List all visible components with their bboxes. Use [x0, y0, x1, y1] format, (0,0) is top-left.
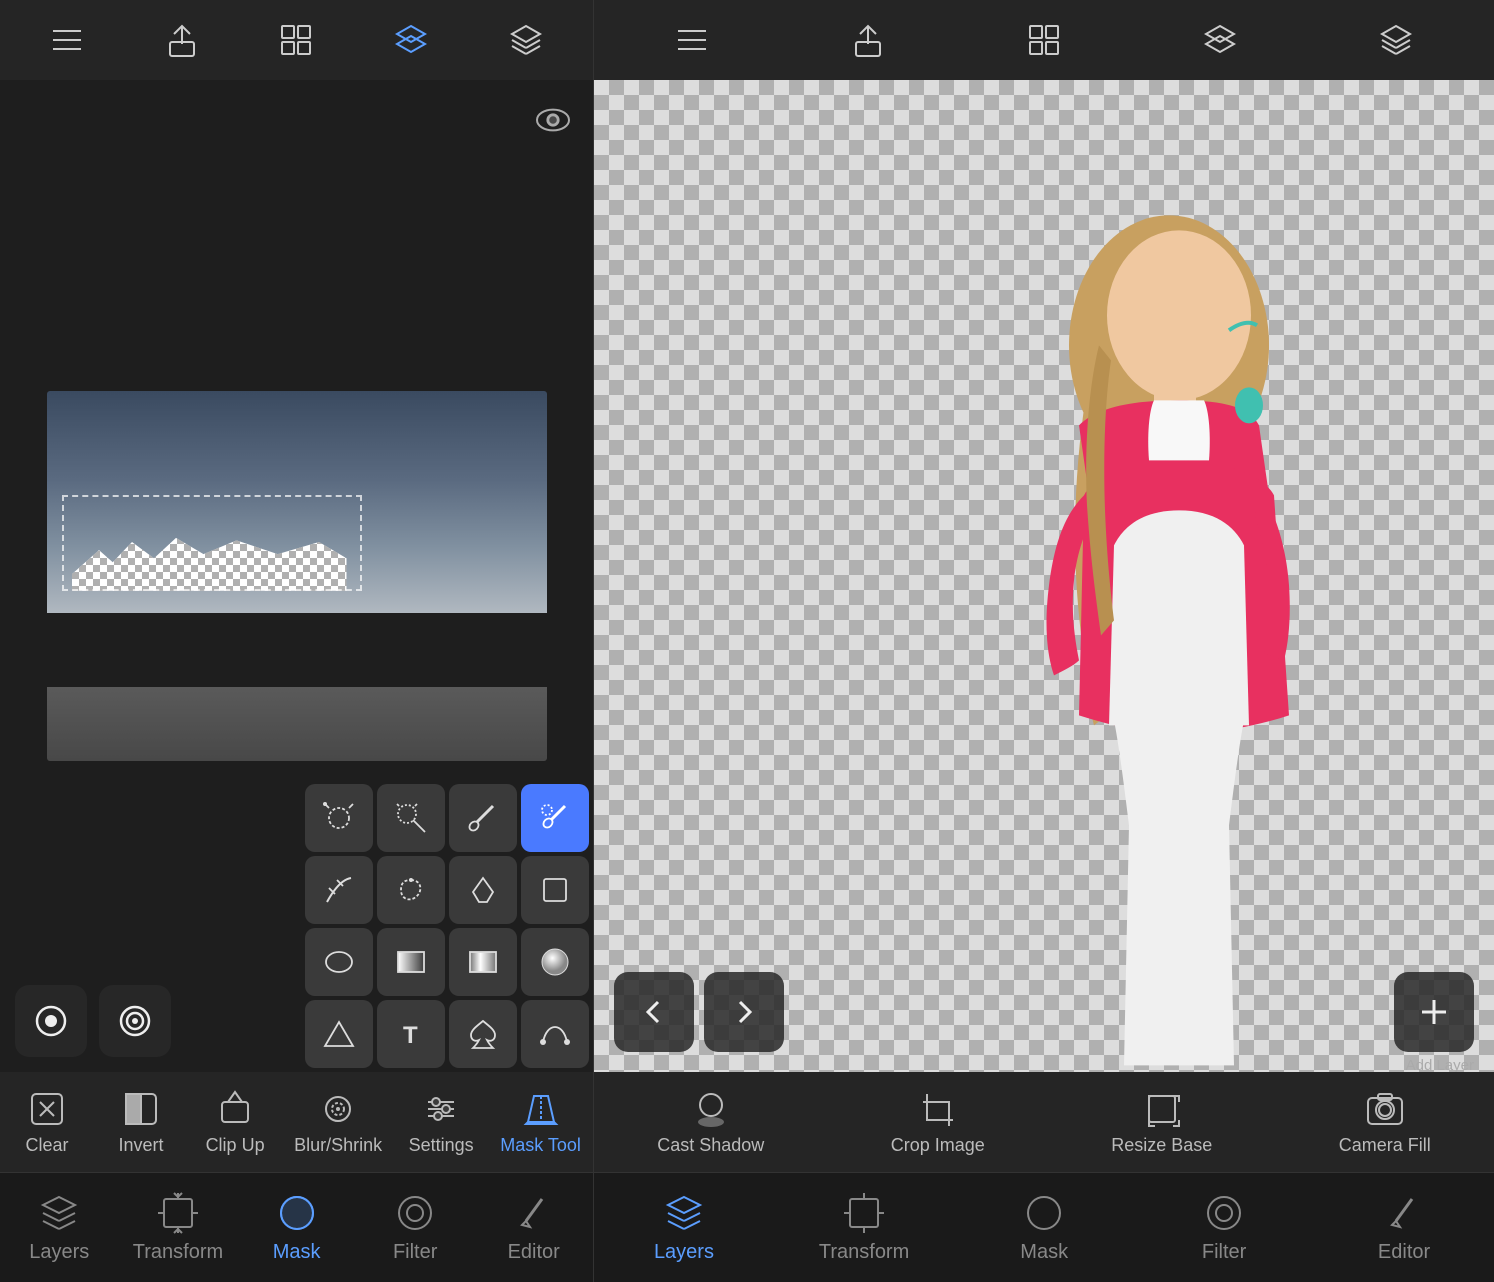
camera-fill-action[interactable]: Camera Fill — [1339, 1088, 1431, 1156]
cast-shadow-action[interactable]: Cast Shadow — [657, 1088, 764, 1156]
canvas-btn-1[interactable] — [15, 985, 87, 1057]
menu-icon[interactable] — [42, 15, 92, 65]
left-action-bar: Clear Invert Clip Up Blur/Shrink Setting… — [0, 1072, 593, 1172]
transform-tab[interactable]: Transform — [133, 1191, 223, 1264]
right-layers-stack-icon[interactable] — [1195, 15, 1245, 65]
girl-figure — [939, 159, 1359, 1072]
layers-tab-right[interactable]: Layers — [639, 1191, 729, 1264]
eye-icon[interactable] — [528, 95, 578, 145]
ellipse-tool-btn[interactable] — [305, 928, 373, 996]
curve-tool-btn[interactable] — [521, 1000, 589, 1068]
tool-grid: T — [301, 780, 593, 1072]
mask-tab-right[interactable]: Mask — [999, 1191, 1089, 1264]
tool-grid-container: T — [301, 780, 593, 1072]
crop-image-action[interactable]: Crop Image — [891, 1088, 985, 1156]
settings-action[interactable]: Settings — [406, 1088, 476, 1156]
canvas-btn-2[interactable] — [99, 985, 171, 1057]
add-layer-button[interactable] — [1394, 972, 1474, 1052]
clip-up-action[interactable]: Clip Up — [200, 1088, 270, 1156]
right-layers-icon[interactable] — [1371, 15, 1421, 65]
blur-shrink-action[interactable]: Blur/Shrink — [294, 1088, 382, 1156]
layers-stack-icon[interactable] — [386, 15, 436, 65]
next-button[interactable] — [704, 972, 784, 1052]
text-tool-btn[interactable]: T — [377, 1000, 445, 1068]
linear-gradient-tool-btn[interactable] — [377, 928, 445, 996]
right-grid-icon[interactable] — [1019, 15, 1069, 65]
editor-tab[interactable]: Editor — [489, 1191, 579, 1264]
editor-tab-right[interactable]: Editor — [1359, 1191, 1449, 1264]
triangle-tool-btn[interactable] — [305, 1000, 373, 1068]
mask-tool-action[interactable]: Mask Tool — [500, 1088, 581, 1156]
grid-icon[interactable] — [271, 15, 321, 65]
canvas-nav-buttons: Add Layer — [594, 972, 1494, 1052]
filter-tab-right[interactable]: Filter — [1179, 1191, 1269, 1264]
lasso2-tool-btn[interactable] — [377, 856, 445, 924]
left-panel: T Clear Invert Clip Up — [0, 0, 594, 1282]
mask-tab[interactable]: Mask — [252, 1191, 342, 1264]
invert-action[interactable]: Invert — [106, 1088, 176, 1156]
smart-brush-tool-btn[interactable] — [521, 784, 589, 852]
shape-tool-btn[interactable] — [449, 856, 517, 924]
right-bottom-nav: Layers Transform Mask Filter Editor — [594, 1172, 1494, 1282]
magic-wand-tool-btn[interactable] — [377, 784, 445, 852]
spade-tool-btn[interactable] — [449, 1000, 517, 1068]
prev-button[interactable] — [614, 972, 694, 1052]
right-menu-icon[interactable] — [667, 15, 717, 65]
left-top-toolbar — [0, 0, 593, 80]
left-bottom-nav: Layers Transform Mask Filter Editor — [0, 1172, 593, 1282]
gradient-tool-btn[interactable] — [305, 856, 373, 924]
left-canvas-area: T — [0, 80, 593, 1072]
clear-action[interactable]: Clear — [12, 1088, 82, 1156]
share-icon[interactable] — [157, 15, 207, 65]
paintbrush-tool-btn[interactable] — [449, 784, 517, 852]
canvas-left-buttons — [15, 985, 171, 1057]
filter-tab[interactable]: Filter — [370, 1191, 460, 1264]
right-top-toolbar — [594, 0, 1494, 80]
add-layer-label: Add Layer — [1406, 1057, 1474, 1072]
right-canvas-area: Add Layer — [594, 80, 1494, 1072]
rect-tool-btn[interactable] — [521, 856, 589, 924]
right-action-bar: Cast Shadow Crop Image Resize Base Camer… — [594, 1072, 1494, 1172]
right-panel: Add Layer Cast Shadow Crop Image Resize … — [594, 0, 1494, 1282]
layers-icon[interactable] — [501, 15, 551, 65]
layers-tab[interactable]: Layers — [14, 1191, 104, 1264]
resize-base-action[interactable]: Resize Base — [1111, 1088, 1212, 1156]
right-canvas-inner: Add Layer — [594, 80, 1494, 1072]
svg-text:T: T — [403, 1022, 418, 1049]
transform-tab-right[interactable]: Transform — [819, 1191, 909, 1264]
prev-next-group — [614, 972, 784, 1052]
radial-gradient-tool-btn[interactable] — [449, 928, 517, 996]
beach-canvas-image — [47, 391, 547, 761]
sphere-tool-btn[interactable] — [521, 928, 589, 996]
right-share-icon[interactable] — [843, 15, 893, 65]
lasso-tool-btn[interactable] — [305, 784, 373, 852]
